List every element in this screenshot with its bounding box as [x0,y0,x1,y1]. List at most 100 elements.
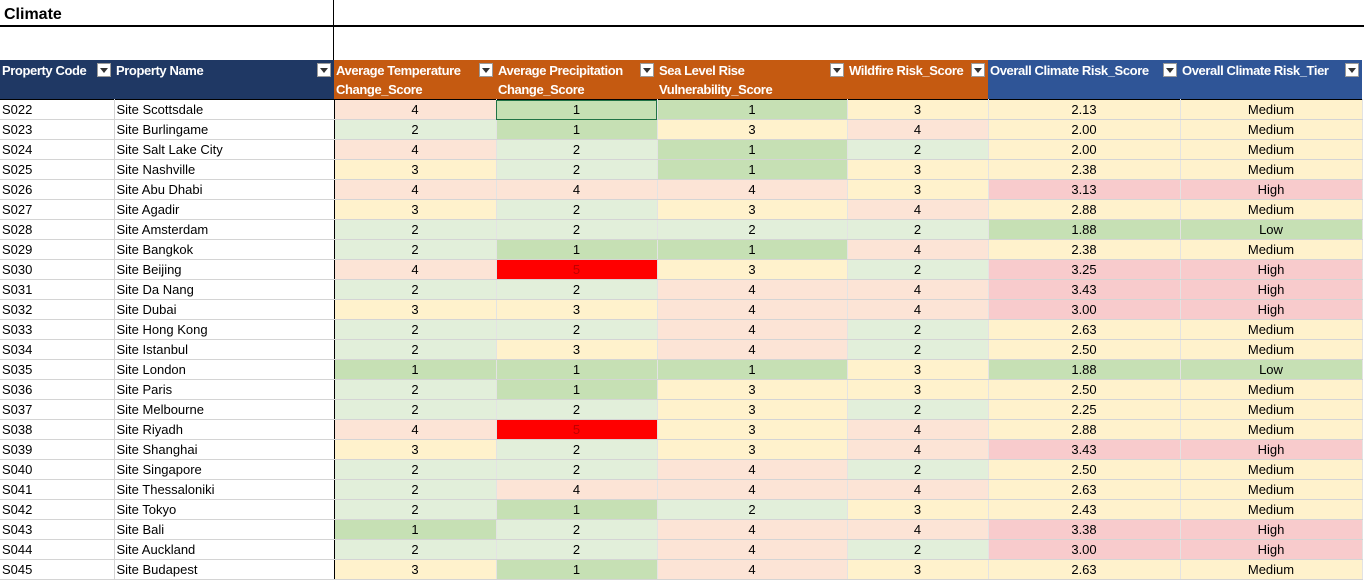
overall-score-cell[interactable]: 2.13 [988,99,1181,120]
property-name-cell[interactable]: Site Hong Kong [114,319,335,340]
sea-level-score-cell[interactable]: 3 [657,399,848,420]
overall-score-cell[interactable]: 3.00 [988,539,1181,560]
property-name-cell[interactable]: Site Shanghai [114,439,335,460]
header-overall-tier[interactable]: Overall Climate Risk_Tier [1180,60,1362,100]
wildfire-score-cell[interactable]: 2 [847,459,989,480]
overall-score-cell[interactable]: 2.63 [988,479,1181,500]
property-name-cell[interactable]: Site Scottsdale [114,99,335,120]
header-wildfire[interactable]: Wildfire Risk_Score [847,60,988,100]
sea-level-score-cell[interactable]: 3 [657,119,848,140]
property-name-cell[interactable]: Site Da Nang [114,279,335,300]
precip-score-cell[interactable]: 1 [496,499,658,520]
overall-score-cell[interactable]: 3.38 [988,519,1181,540]
sea-level-score-cell[interactable]: 4 [657,479,848,500]
temp-score-cell[interactable]: 2 [334,219,497,240]
overall-score-cell[interactable]: 2.50 [988,459,1181,480]
precip-score-cell[interactable]: 4 [496,179,658,200]
property-name-cell[interactable]: Site Thessaloniki [114,479,335,500]
wildfire-score-cell[interactable]: 3 [847,159,989,180]
overall-tier-cell[interactable]: Medium [1180,159,1363,180]
wildfire-score-cell[interactable]: 3 [847,499,989,520]
sea-level-score-cell[interactable]: 4 [657,299,848,320]
sea-level-score-cell[interactable]: 3 [657,379,848,400]
property-name-cell[interactable]: Site Bali [114,519,335,540]
wildfire-score-cell[interactable]: 2 [847,319,989,340]
sea-level-score-cell[interactable]: 1 [657,159,848,180]
property-name-cell[interactable]: Site Auckland [114,539,335,560]
overall-score-cell[interactable]: 2.38 [988,239,1181,260]
temp-score-cell[interactable]: 2 [334,119,497,140]
precip-score-cell[interactable]: 2 [496,279,658,300]
overall-tier-cell[interactable]: Medium [1180,139,1363,160]
property-code-cell[interactable]: S034 [0,339,115,360]
property-code-cell[interactable]: S030 [0,259,115,280]
wildfire-score-cell[interactable]: 2 [847,339,989,360]
property-name-cell[interactable]: Site Beijing [114,259,335,280]
temp-score-cell[interactable]: 2 [334,459,497,480]
precip-score-cell[interactable]: 2 [496,519,658,540]
wildfire-score-cell[interactable]: 4 [847,199,989,220]
property-code-cell[interactable]: S024 [0,139,115,160]
sea-level-score-cell[interactable]: 4 [657,319,848,340]
header-sea-level[interactable]: Sea Level Rise Vulnerability_Score [657,60,847,100]
overall-tier-cell[interactable]: High [1180,179,1363,200]
property-name-cell[interactable]: Site Istanbul [114,339,335,360]
precip-score-cell[interactable]: 1 [496,559,658,580]
property-name-cell[interactable]: Site Melbourne [114,399,335,420]
overall-tier-cell[interactable]: High [1180,299,1363,320]
property-name-cell[interactable]: Site Budapest [114,559,335,580]
overall-score-cell[interactable]: 1.88 [988,219,1181,240]
overall-tier-cell[interactable]: Medium [1180,239,1363,260]
temp-score-cell[interactable]: 4 [334,139,497,160]
overall-tier-cell[interactable]: Medium [1180,559,1363,580]
temp-score-cell[interactable]: 4 [334,259,497,280]
property-name-cell[interactable]: Site Agadir [114,199,335,220]
overall-tier-cell[interactable]: Low [1180,359,1363,380]
precip-score-cell[interactable]: 1 [496,239,658,260]
property-code-cell[interactable]: S039 [0,439,115,460]
temp-score-cell[interactable]: 3 [334,199,497,220]
overall-score-cell[interactable]: 2.25 [988,399,1181,420]
property-code-cell[interactable]: S035 [0,359,115,380]
overall-score-cell[interactable]: 2.43 [988,499,1181,520]
overall-score-cell[interactable]: 2.00 [988,139,1181,160]
overall-tier-cell[interactable]: Medium [1180,459,1363,480]
overall-score-cell[interactable]: 2.00 [988,119,1181,140]
filter-dropdown-icon[interactable] [317,63,331,77]
wildfire-score-cell[interactable]: 3 [847,99,989,120]
precip-score-cell[interactable]: 4 [496,479,658,500]
overall-tier-cell[interactable]: Medium [1180,399,1363,420]
sea-level-score-cell[interactable]: 3 [657,419,848,440]
overall-tier-cell[interactable]: High [1180,519,1363,540]
wildfire-score-cell[interactable]: 2 [847,259,989,280]
temp-score-cell[interactable]: 1 [334,519,497,540]
wildfire-score-cell[interactable]: 4 [847,239,989,260]
property-code-cell[interactable]: S028 [0,219,115,240]
precip-score-cell[interactable]: 2 [496,159,658,180]
property-name-cell[interactable]: Site Salt Lake City [114,139,335,160]
overall-tier-cell[interactable]: High [1180,259,1363,280]
sea-level-score-cell[interactable]: 4 [657,539,848,560]
temp-score-cell[interactable]: 2 [334,339,497,360]
overall-tier-cell[interactable]: Medium [1180,379,1363,400]
overall-tier-cell[interactable]: Medium [1180,319,1363,340]
property-name-cell[interactable]: Site Abu Dhabi [114,179,335,200]
sea-level-score-cell[interactable]: 1 [657,239,848,260]
overall-tier-cell[interactable]: Medium [1180,419,1363,440]
precip-score-cell[interactable]: 2 [496,199,658,220]
wildfire-score-cell[interactable]: 2 [847,139,989,160]
temp-score-cell[interactable]: 3 [334,559,497,580]
filter-dropdown-icon[interactable] [97,63,111,77]
overall-tier-cell[interactable]: Medium [1180,99,1363,120]
sea-level-score-cell[interactable]: 4 [657,339,848,360]
overall-score-cell[interactable]: 2.50 [988,379,1181,400]
temp-score-cell[interactable]: 2 [334,239,497,260]
filter-dropdown-icon[interactable] [1163,63,1177,77]
overall-score-cell[interactable]: 2.50 [988,339,1181,360]
property-code-cell[interactable]: S044 [0,539,115,560]
temp-score-cell[interactable]: 4 [334,99,497,120]
precip-score-cell[interactable]: 2 [496,399,658,420]
overall-score-cell[interactable]: 3.13 [988,179,1181,200]
property-code-cell[interactable]: S042 [0,499,115,520]
property-code-cell[interactable]: S043 [0,519,115,540]
